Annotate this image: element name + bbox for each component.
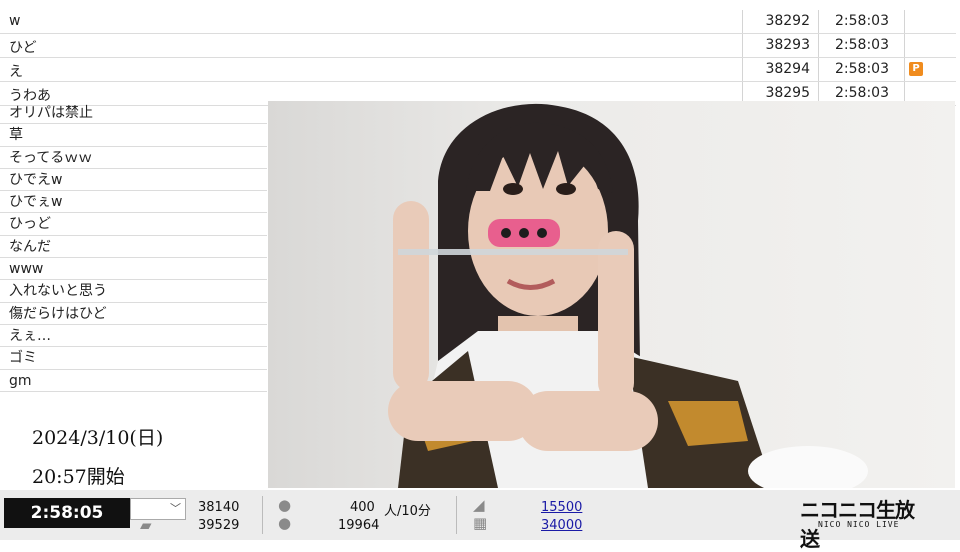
status-bar: 2:58:05 ﹀ ▰ 38140 39529 ● ● 400 人/10分 19… xyxy=(0,490,960,551)
comment-time: 2:58:03 xyxy=(818,10,905,33)
broadcast-date: 2024/3/10(日) xyxy=(32,427,164,449)
comment-row[interactable]: え 38294 2:58:03 P xyxy=(0,58,956,82)
comment-text: ひど xyxy=(9,40,37,56)
comment-row[interactable]: オリパは禁止 xyxy=(0,102,267,125)
viewers-icon: ● xyxy=(278,514,292,532)
comment-row[interactable]: 傷だらけはひど xyxy=(0,303,267,325)
comment-flag xyxy=(904,34,957,57)
chevron-down-icon: ﹀ xyxy=(170,502,181,515)
logo-sub-text: NICO NICO LIVE xyxy=(818,520,900,529)
comment-icon: ▰ xyxy=(140,516,152,534)
comment-row[interactable]: www xyxy=(0,258,267,281)
comment-row[interactable]: 入れないと思う xyxy=(0,280,267,303)
comment-row[interactable]: ひっど xyxy=(0,213,267,236)
comment-time: 2:58:03 xyxy=(818,34,905,57)
ad-points-link[interactable]: 15500 xyxy=(541,500,582,515)
comment-row[interactable]: ひでぇw xyxy=(0,191,267,214)
comment-row[interactable]: そってるｗｗ xyxy=(0,147,267,169)
comment-row[interactable]: えぇ… xyxy=(0,325,267,348)
divider xyxy=(262,496,263,534)
comment-flag: P xyxy=(904,58,957,81)
mode-select[interactable]: ﹀ xyxy=(130,498,186,520)
comment-row[interactable]: 草 xyxy=(0,124,267,147)
comment-list-left: オリパは禁止 草 そってるｗｗ ひでえw ひでぇw ひっど なんだ www 入れ… xyxy=(0,102,267,392)
divider xyxy=(456,496,457,534)
viewers-rate-value: 400 xyxy=(350,500,375,515)
comment-row[interactable]: w 38292 2:58:03 xyxy=(0,10,956,34)
comment-text: え xyxy=(9,64,23,80)
niconico-live-logo: ニコニコ生放送 NICO NICO LIVE xyxy=(800,494,928,551)
viewers-rate-unit: 人/10分 xyxy=(384,504,431,519)
comment-count-b: 39529 xyxy=(198,518,240,533)
comment-number: 38294 xyxy=(742,58,818,81)
premium-badge-icon: P xyxy=(909,62,923,76)
comment-flag xyxy=(904,10,957,33)
comment-number: 38292 xyxy=(742,10,818,33)
gift-points-link[interactable]: 34000 xyxy=(541,518,582,533)
total-viewers: 19964 xyxy=(338,518,380,533)
comment-text: w xyxy=(9,13,21,29)
comment-row[interactable]: ゴミ xyxy=(0,347,267,370)
elapsed-time: 2:58:05 xyxy=(4,498,130,528)
comment-row[interactable]: ひど 38293 2:58:03 xyxy=(0,34,956,58)
broadcast-start-time: 20:57開始 xyxy=(32,466,125,488)
comment-number: 38293 xyxy=(742,34,818,57)
video-player[interactable] xyxy=(268,101,955,488)
viewers-rate-icon: ● xyxy=(278,496,292,514)
comment-row[interactable]: なんだ xyxy=(0,236,267,259)
comment-count-a: 38140 xyxy=(198,500,240,515)
video-frame-illustration xyxy=(388,103,868,488)
comment-row[interactable]: gm xyxy=(0,370,267,392)
comment-row[interactable]: ひでえw xyxy=(0,169,267,192)
comment-time: 2:58:03 xyxy=(818,58,905,81)
comment-list-top: w 38292 2:58:03 ひど 38293 2:58:03 え 38294… xyxy=(0,10,956,106)
ad-megaphone-icon: ◢ xyxy=(473,496,485,514)
gift-icon: ▦ xyxy=(473,514,488,532)
